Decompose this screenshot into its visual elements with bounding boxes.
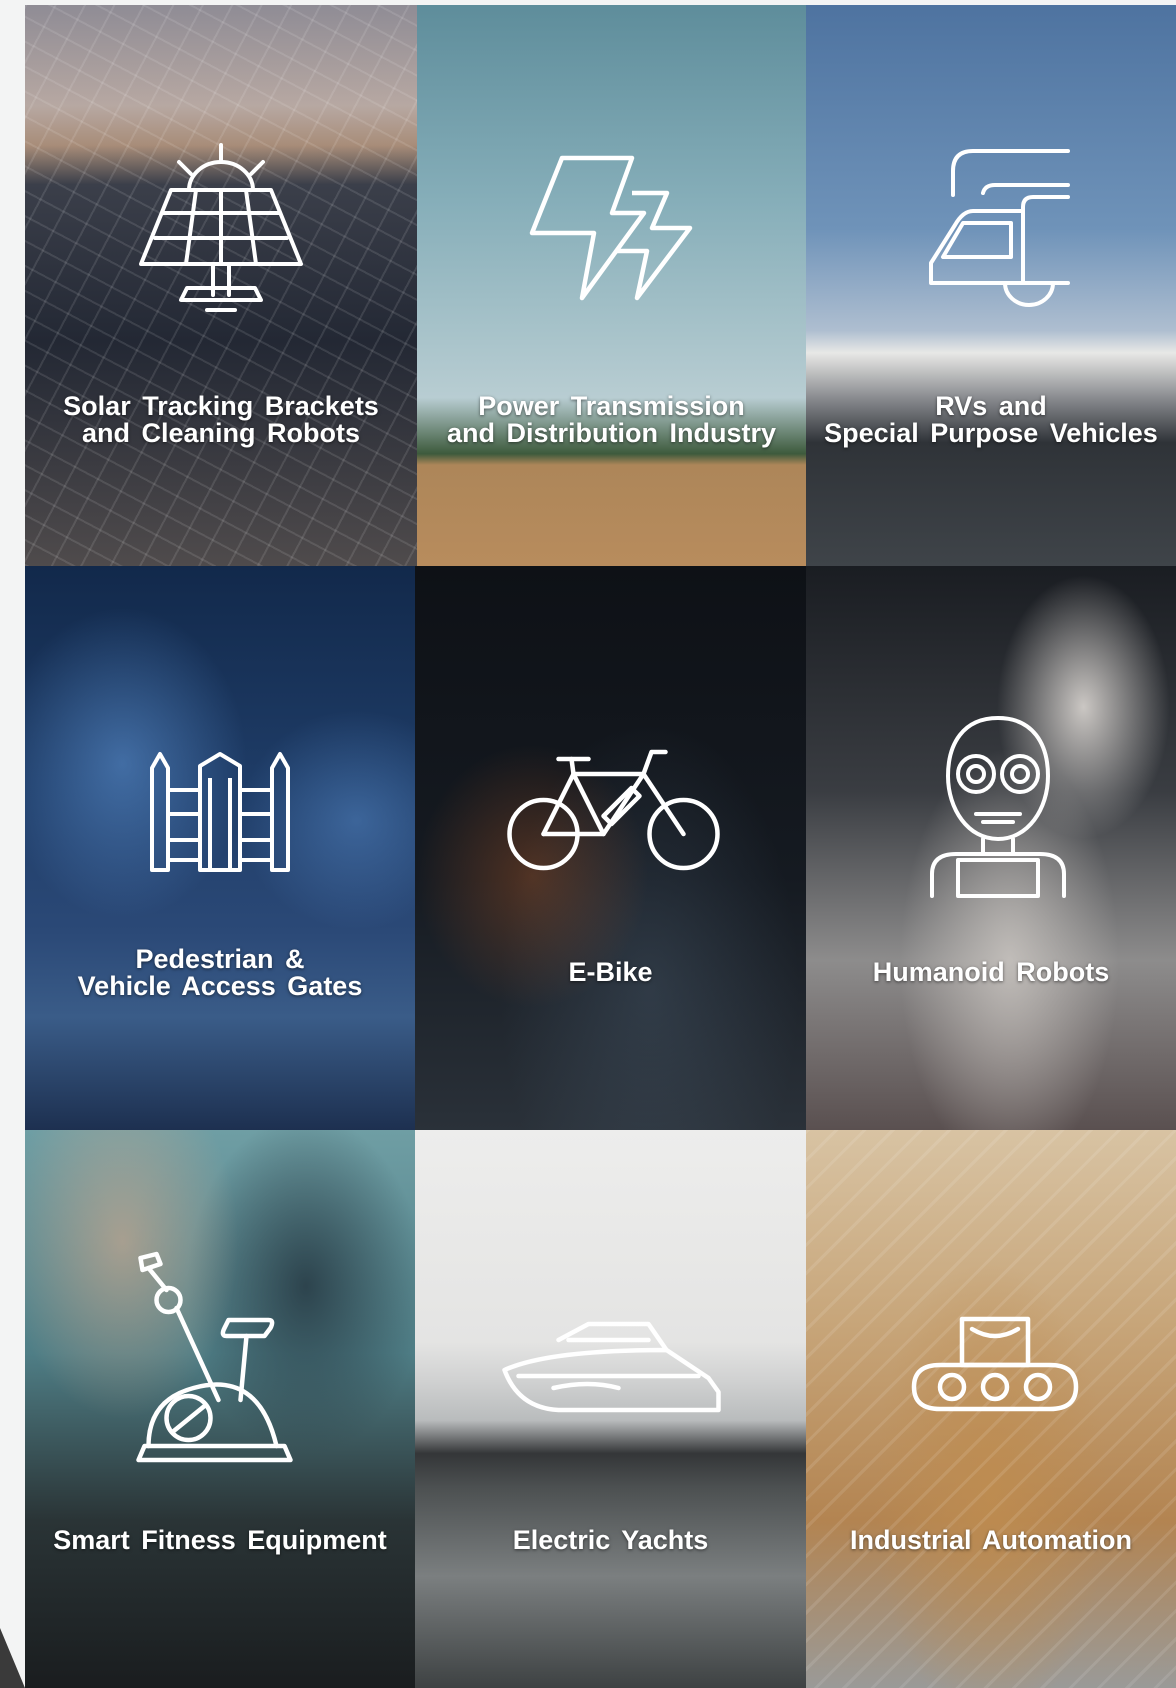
solar-panel-icon	[131, 140, 311, 320]
industry-grid: Solar Tracking Brackets and Cleaning Rob…	[25, 5, 1176, 1688]
robot-head-icon	[928, 714, 1068, 899]
tile-rv-label: RVs and Special Purpose Vehicles	[824, 391, 1158, 448]
tile-fitness[interactable]: Smart Fitness Equipment	[25, 1130, 415, 1688]
yacht-icon	[498, 1320, 723, 1415]
rv-vehicle-icon	[923, 145, 1073, 315]
tile-gate[interactable]: Pedestrian & Vehicle Access Gates	[25, 566, 415, 1130]
lightning-bolt-icon	[529, 153, 692, 303]
tile-humanoid[interactable]: Humanoid Robots	[806, 566, 1176, 1130]
tile-fitness-label: Smart Fitness Equipment	[53, 1525, 387, 1555]
tile-rv[interactable]: RVs and Special Purpose Vehicles	[806, 5, 1176, 566]
tile-ebike[interactable]: E-Bike	[415, 566, 806, 1130]
tile-auto-label: Industrial Automation	[850, 1525, 1132, 1555]
bicycle-icon	[503, 744, 720, 874]
tile-power[interactable]: Power Transmission and Distribution Indu…	[417, 5, 806, 566]
industry-grid-page: Solar Tracking Brackets and Cleaning Rob…	[0, 0, 1176, 1688]
corner-decoration	[0, 1628, 25, 1688]
tile-gate-label: Pedestrian & Vehicle Access Gates	[77, 944, 363, 1001]
tile-humanoid-label: Humanoid Robots	[872, 957, 1110, 987]
conveyor-robot-icon	[910, 1315, 1080, 1413]
tile-auto[interactable]: Industrial Automation	[806, 1130, 1176, 1688]
tile-solar[interactable]: Solar Tracking Brackets and Cleaning Rob…	[25, 5, 417, 566]
tile-solar-label: Solar Tracking Brackets and Cleaning Rob…	[63, 391, 379, 448]
exercise-bike-icon	[119, 1250, 314, 1470]
tile-power-label: Power Transmission and Distribution Indu…	[447, 391, 776, 448]
tile-yacht-label: Electric Yachts	[512, 1525, 709, 1555]
tile-yacht[interactable]: Electric Yachts	[415, 1130, 806, 1688]
tile-ebike-label: E-Bike	[568, 957, 653, 987]
fence-gate-icon	[140, 748, 300, 873]
